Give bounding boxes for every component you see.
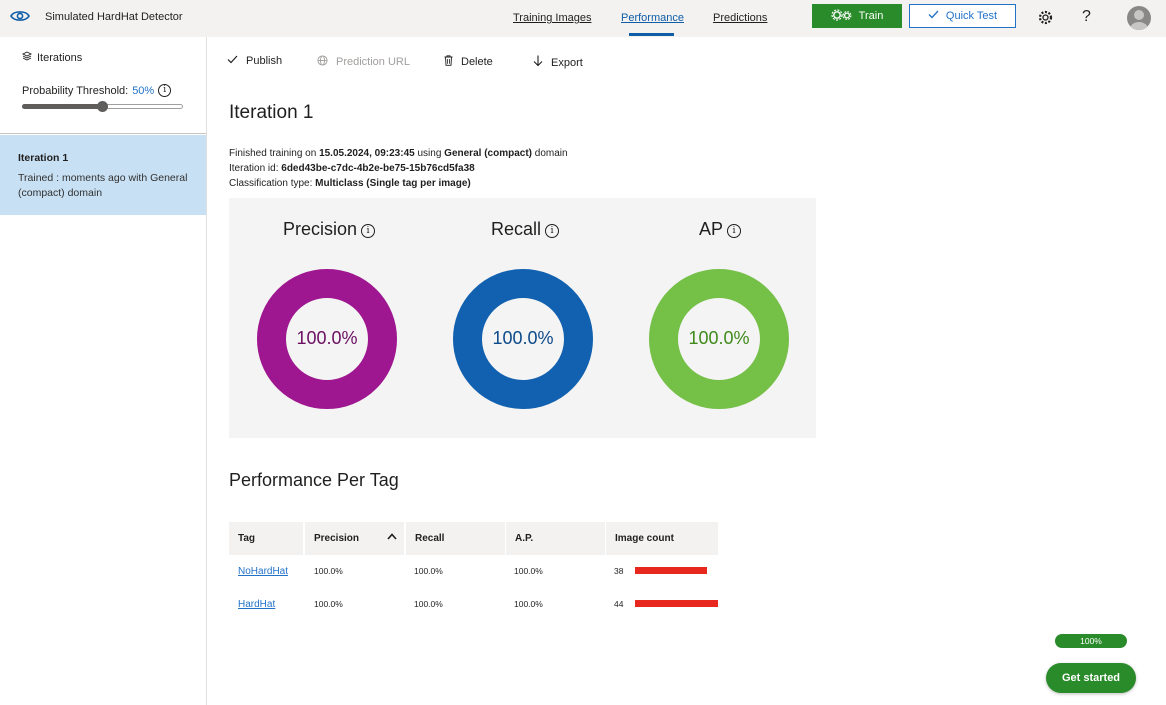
image-count-cell: 44 [614,599,624,609]
recall-title: Recall i [491,219,560,240]
recall-cell: 100.0% [414,566,443,576]
download-arrow-icon [533,55,543,70]
prediction-url-button[interactable]: Prediction URL [317,55,410,69]
ap-value: 100.0% [688,328,750,348]
export-button[interactable]: Export [533,55,583,70]
ap-cell: 100.0% [514,599,543,609]
publish-label: Publish [246,55,283,67]
column-header-image-count[interactable]: Image count [606,522,718,555]
export-label: Export [551,56,583,69]
slider-thumb[interactable] [97,101,108,112]
tag-link[interactable]: HardHat [238,599,275,610]
image-count-cell: 38 [614,566,624,576]
finished-prefix: Finished training on [229,148,317,159]
precision-cell: 100.0% [314,566,343,576]
domain-suffix: domain [534,148,568,159]
info-icon[interactable]: i [158,84,172,97]
sidebar-item-iteration-1[interactable]: Iteration 1 Trained : moments ago with G… [0,135,206,215]
threshold-label: Probability Threshold: [22,84,129,97]
probability-threshold: Probability Threshold: 50% i [22,84,172,97]
top-header: Simulated HardHat Detector Training Imag… [0,0,1166,37]
trash-icon [444,55,453,69]
precision-label: Precision [283,219,358,239]
image-count-bar [635,600,718,607]
iteration-id-value: 6ded43be-c7dc-4b2e-be75-15b76cd5fa38 [281,163,475,174]
help-icon[interactable]: ? [1082,8,1091,26]
tab-training-images[interactable]: Training Images [513,12,591,24]
active-tab-indicator [629,33,674,36]
quick-test-label: Quick Test [945,10,998,22]
classification-label: Classification type: [229,178,313,189]
checkmark-icon [928,10,939,22]
info-icon[interactable]: i [361,224,376,238]
ap-label: AP [699,219,724,239]
training-finished-line: Finished training on 15.05.2024, 09:23:4… [229,148,568,159]
image-count-bar [635,567,707,574]
column-header-label: Recall [415,533,445,544]
classification-line: Classification type: Multiclass (Single … [229,178,471,189]
column-header-ap[interactable]: A.P. [506,522,605,555]
delete-button[interactable]: Delete [444,55,493,69]
tab-performance[interactable]: Performance [621,12,684,24]
quick-test-button[interactable]: Quick Test [909,4,1016,28]
recall-cell: 100.0% [414,599,443,609]
precision-value: 100.0% [296,328,358,348]
eye-icon [10,8,30,24]
column-header-tag[interactable]: Tag [229,522,303,555]
section-title-performance-per-tag: Performance Per Tag [229,470,399,490]
classification-value: Multiclass (Single tag per image) [315,178,471,189]
progress-indicator: 100% [1055,634,1127,648]
iterations-header: Iterations [21,51,83,64]
avatar[interactable] [1127,6,1151,30]
sidebar: Iterations Probability Threshold: 50% i … [0,37,207,705]
column-header-label: Tag [238,533,256,544]
tag-link[interactable]: NoHardHat [238,566,288,577]
recall-value: 100.0% [492,328,554,348]
column-header-label: Image count [615,533,674,544]
column-header-label: Precision [314,533,360,544]
iteration-id-line: Iteration id: 6ded43be-c7dc-4b2e-be75-15… [229,163,475,174]
layers-icon [21,51,33,64]
column-header-precision[interactable]: Precision [305,522,404,555]
table-header-row: Tag Precision Recall A.P. Image count [229,522,718,555]
precision-title: Precision i [283,219,376,240]
domain-name: General (compact) [444,148,532,159]
gears-icon [831,8,853,24]
using-word: using [417,148,442,159]
column-header-label: A.P. [515,533,534,544]
sidebar-divider [0,133,206,134]
recall-label: Recall [491,219,542,239]
iteration-item-title: Iteration 1 [18,152,69,164]
info-icon[interactable]: i [545,224,560,238]
info-icon[interactable]: i [727,224,742,238]
column-header-recall[interactable]: Recall [406,522,505,555]
iterations-label: Iterations [37,51,83,64]
page-title: Iteration 1 [229,102,314,123]
globe-icon [317,55,328,69]
slider-fill [22,104,103,109]
threshold-slider[interactable] [22,101,183,112]
checkmark-icon [227,55,238,67]
threshold-value: 50% [132,84,155,97]
publish-button[interactable]: Publish [227,55,282,67]
settings-gear-icon[interactable] [1038,10,1053,30]
sort-ascending-icon[interactable] [387,531,397,543]
tab-predictions[interactable]: Predictions [713,12,767,24]
get-started-button[interactable]: Get started [1046,663,1136,693]
iteration-id-label: Iteration id: [229,163,279,174]
train-label: Train [858,10,884,22]
finished-date: 15.05.2024, 09:23:45 [319,148,415,159]
app-title: Simulated HardHat Detector [45,11,183,23]
prediction-url-label: Prediction URL [336,56,410,68]
precision-cell: 100.0% [314,599,343,609]
train-button[interactable]: Train [812,4,902,28]
ap-title: AP i [699,219,742,240]
metrics-panel: Precision i Recall i AP i 100.0% 100.0% … [229,198,816,438]
ap-cell: 100.0% [514,566,543,576]
delete-label: Delete [461,56,493,68]
iteration-item-description: Trained : moments ago with General (comp… [18,172,188,199]
